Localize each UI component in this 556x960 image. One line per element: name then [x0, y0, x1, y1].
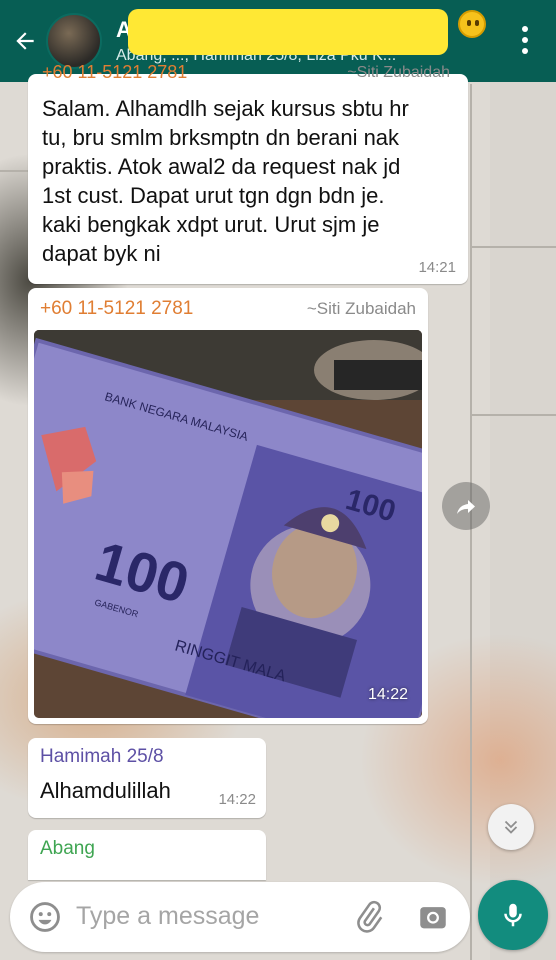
message-composer: Type a message: [10, 882, 470, 952]
double-chevron-down-icon: [504, 820, 518, 834]
mic-icon: [504, 903, 522, 927]
forward-button[interactable]: [442, 482, 490, 530]
redaction-mark: [128, 9, 448, 55]
scroll-to-bottom-button[interactable]: [488, 804, 534, 850]
back-button[interactable]: [4, 0, 46, 82]
message-bubble[interactable]: Hamimah 25/8 Alhamdulillah 14:22: [28, 738, 266, 818]
message-pushname: ~Siti Zubaidah: [347, 64, 450, 81]
message-sender: +60 11-5121 2781: [40, 298, 194, 319]
more-vertical-icon[interactable]: [522, 26, 528, 59]
message-pushname: ~Siti Zubaidah: [306, 299, 416, 318]
group-avatar[interactable]: [46, 13, 102, 69]
message-time: 14:21: [418, 259, 456, 276]
message-sender: Abang: [40, 838, 95, 859]
arrow-left-icon: [16, 32, 34, 50]
chat-title-block[interactable]: A Abang, ..., Hamimah 25/8, Liza Pku K..…: [116, 9, 516, 65]
banknote-image: BANK NEGARA MALAYSIA 100 100 GABENOR RIN…: [34, 330, 422, 718]
image-message-bubble[interactable]: +60 11-5121 2781 ~Siti Zubaidah BANK NEG…: [28, 288, 428, 724]
forward-icon: [457, 500, 475, 514]
message-bubble[interactable]: +60 11-5121 2781 ~Siti Zubaidah Salam. A…: [28, 62, 468, 284]
emoji-icon[interactable]: [28, 900, 62, 934]
banknote-photo[interactable]: BANK NEGARA MALAYSIA 100 100 GABENOR RIN…: [34, 330, 422, 718]
message-time: 14:22: [218, 791, 256, 808]
message-sender: Hamimah 25/8: [40, 746, 164, 767]
smiley-emoji-icon: [458, 10, 486, 38]
paperclip-icon[interactable]: [352, 900, 386, 934]
message-bubble[interactable]: Abang: [28, 830, 266, 880]
message-time: 14:22: [367, 686, 408, 703]
camera-icon[interactable]: [416, 900, 450, 934]
message-text: Salam. Alhamdlh sejak kursus sbtu hr tu,…: [42, 96, 409, 266]
mic-button[interactable]: [478, 880, 548, 950]
message-input[interactable]: Type a message: [76, 902, 259, 931]
message-sender: +60 11-5121 2781: [42, 62, 188, 82]
